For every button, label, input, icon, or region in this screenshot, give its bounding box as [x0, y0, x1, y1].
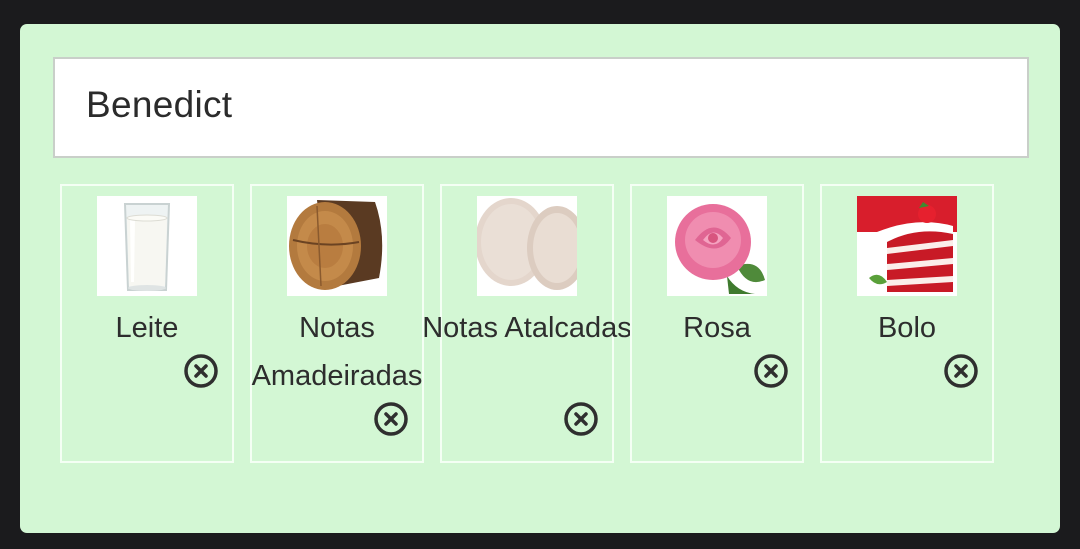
close-circle-icon[interactable] [184, 354, 218, 388]
item-card-bolo: Bolo [820, 184, 994, 463]
item-image-wood [287, 196, 387, 296]
item-label: Bolo [877, 312, 937, 344]
item-card-rosa: Rosa [630, 184, 804, 463]
name-field-value: Benedict [86, 84, 233, 125]
item-image-rose [667, 196, 767, 296]
close-circle-icon[interactable] [564, 402, 598, 436]
name-field[interactable]: Benedict [53, 57, 1029, 158]
item-image-cake [857, 196, 957, 296]
item-image-powder [477, 196, 577, 296]
close-circle-icon[interactable] [944, 354, 978, 388]
item-card-notas-atalcadas: Notas Atalcadas [422, 184, 632, 463]
close-circle-icon[interactable] [754, 354, 788, 388]
item-card-leite: Leite [60, 184, 234, 463]
selection-panel: Benedict Leite Notas Amadeiradas Notas A… [20, 24, 1060, 533]
item-image-milk [97, 196, 197, 296]
item-card-notas-amadeiradas: Notas Amadeiradas [250, 184, 424, 463]
close-circle-icon[interactable] [374, 402, 408, 436]
